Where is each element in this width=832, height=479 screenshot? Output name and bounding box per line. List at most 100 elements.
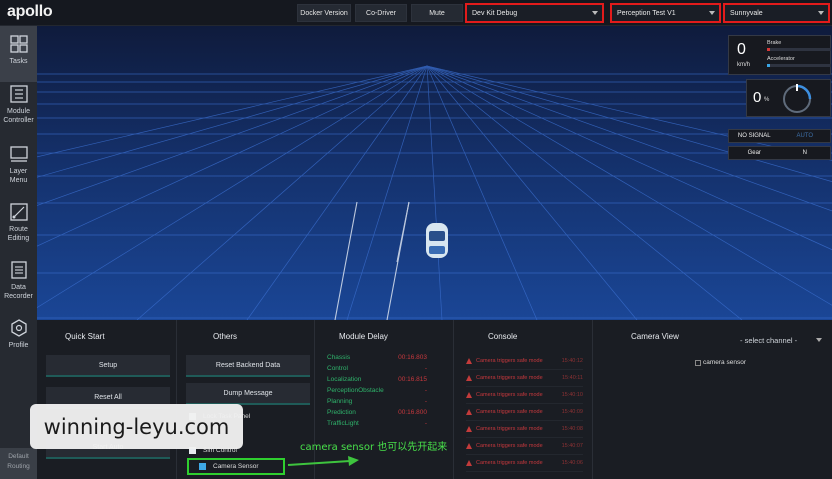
broken-image-icon <box>695 359 701 366</box>
reset-backend-data-button[interactable]: Reset Backend Data <box>186 355 310 377</box>
accelerator-label: Accelerator <box>767 56 795 62</box>
camera-view-title: Camera View <box>631 332 679 341</box>
console-row: Camera triggers safe mode 15:40:12 <box>466 353 583 370</box>
watermark-banner: winning-leyu.com <box>30 404 243 449</box>
sidebar-item-label: Profile <box>8 342 29 349</box>
top-bar: apollo Docker Version Co-Driver Mute Dev… <box>0 0 832 26</box>
sidebar-item-profile[interactable]: Profile <box>0 310 37 366</box>
map-select[interactable]: Sunnyvale <box>723 3 830 23</box>
console-message: Camera triggers safe mode <box>476 409 543 415</box>
sidebar-item-label: Module Controller <box>3 108 34 124</box>
warning-icon <box>466 426 472 432</box>
sliders-icon <box>9 85 28 103</box>
speed-unit: km/h <box>737 62 751 68</box>
steering-panel: 0 % <box>746 79 831 117</box>
warning-icon <box>466 392 472 398</box>
map-scene[interactable]: 0 km/h Brake Accelerator 0 % NO SIGNAL A… <box>37 26 832 320</box>
console-time: 15:40:09 <box>561 409 583 415</box>
auto-status: AUTO <box>796 133 814 139</box>
console-message: Camera triggers safe mode <box>476 460 543 466</box>
delay-module-name: Localization <box>327 376 362 383</box>
warning-icon <box>466 443 472 449</box>
console-row: Camera triggers safe mode 15:40:08 <box>466 421 583 438</box>
console-row: Camera triggers safe mode 15:40:09 <box>466 404 583 421</box>
quick-start-panel: Quick Start Setup Reset All Start Auto <box>37 320 177 479</box>
warning-icon <box>466 460 472 466</box>
delay-module-name: Prediction <box>327 409 356 416</box>
camera-image: camera sensor <box>695 359 746 366</box>
brake-label: Brake <box>767 40 782 46</box>
mode-select[interactable]: Dev Kit Debug <box>465 3 604 23</box>
gear-label: Gear <box>747 150 761 156</box>
delay-module-name: PerceptionObstacle <box>327 387 384 394</box>
chevron-down-icon <box>709 11 715 15</box>
sidebar-item-data-recorder[interactable]: Data Recorder <box>0 252 37 308</box>
sidebar-item-label: Route Editing <box>7 226 30 242</box>
ego-vehicle-icon <box>426 223 448 258</box>
sidebar-item-module-controller[interactable]: Module Controller <box>0 76 37 132</box>
sidebar-item-label: Tasks <box>9 58 28 65</box>
delay-value: 00:16.815 <box>398 376 427 383</box>
console-message: Camera triggers safe mode <box>476 443 543 449</box>
camera-image-alt: camera sensor <box>703 359 746 366</box>
delay-row: Planning - <box>327 398 427 409</box>
dump-message-button[interactable]: Dump Message <box>186 383 310 405</box>
console-time: 15:40:06 <box>561 460 583 466</box>
watermark-text: winning-leyu.com <box>43 414 230 439</box>
others-title: Others <box>213 332 238 341</box>
annotation-arrow-icon <box>287 456 359 466</box>
map-select-value: Sunnyvale <box>730 9 763 17</box>
chevron-down-icon <box>816 338 822 342</box>
console-time: 15:40:12 <box>561 358 583 364</box>
co-driver-button[interactable]: Co-Driver <box>355 4 407 22</box>
delay-row: Localization 00:16.815 <box>327 376 427 387</box>
vehicle-select[interactable]: Perception Test V1 <box>610 3 721 23</box>
signal-status: NO SIGNAL <box>737 133 771 139</box>
delay-value: - <box>424 420 427 427</box>
console-time: 15:40:07 <box>561 443 583 449</box>
delay-row: Chassis 00:16.803 <box>327 354 427 365</box>
warning-icon <box>466 375 472 381</box>
console-message: Camera triggers safe mode <box>476 426 543 432</box>
delay-module-name: TrafficLight <box>327 420 359 427</box>
warning-icon <box>466 409 472 415</box>
console-time: 15:40:10 <box>561 392 583 398</box>
console-time: 15:40:11 <box>561 375 583 381</box>
sidebar-item-layer-menu[interactable]: Layer Menu <box>0 136 37 192</box>
grid-icon <box>9 35 28 53</box>
delay-row: PerceptionObstacle - <box>327 387 427 398</box>
hexagon-icon <box>10 319 27 337</box>
console-message: Camera triggers safe mode <box>476 375 543 381</box>
warning-icon <box>466 358 472 364</box>
gear-panel: Gear N <box>728 146 831 160</box>
mute-button[interactable]: Mute <box>411 4 463 22</box>
sidebar-item-route-editing[interactable]: Route Editing <box>0 194 37 250</box>
console-time: 15:40:08 <box>561 426 583 432</box>
gear-value: N <box>802 150 807 156</box>
mode-select-value: Dev Kit Debug <box>472 9 518 17</box>
console-title: Console <box>488 332 518 341</box>
chevron-down-icon <box>592 11 598 15</box>
channel-select[interactable]: - select channel - <box>740 333 826 347</box>
delay-value: - <box>424 365 427 372</box>
brake-bar <box>767 48 831 51</box>
sidebar-item-label: Data Recorder <box>4 284 33 300</box>
sidebar-item-label: Layer Menu <box>9 168 28 184</box>
vehicle-select-value: Perception Test V1 <box>617 9 676 17</box>
delay-value: 00:16.800 <box>398 409 427 416</box>
apollo-logo: apollo <box>7 3 53 20</box>
layers-icon <box>9 146 28 162</box>
delay-module-name: Control <box>327 365 348 372</box>
delay-value: - <box>424 387 427 394</box>
setup-button[interactable]: Setup <box>46 355 170 377</box>
steering-unit: % <box>764 97 770 103</box>
camera-sensor-highlight <box>187 458 285 475</box>
speed-panel: 0 km/h Brake Accelerator <box>728 35 831 75</box>
perspective-grid <box>37 65 832 320</box>
docker-version-button[interactable]: Docker Version <box>297 4 351 22</box>
console-row: Camera triggers safe mode 15:40:07 <box>466 438 583 455</box>
sidebar-item-tasks[interactable]: Tasks <box>0 26 37 82</box>
console-message: Camera triggers safe mode <box>476 358 543 364</box>
default-routing-button[interactable]: Default Routing <box>0 448 37 479</box>
steering-wheel-icon <box>783 84 812 113</box>
